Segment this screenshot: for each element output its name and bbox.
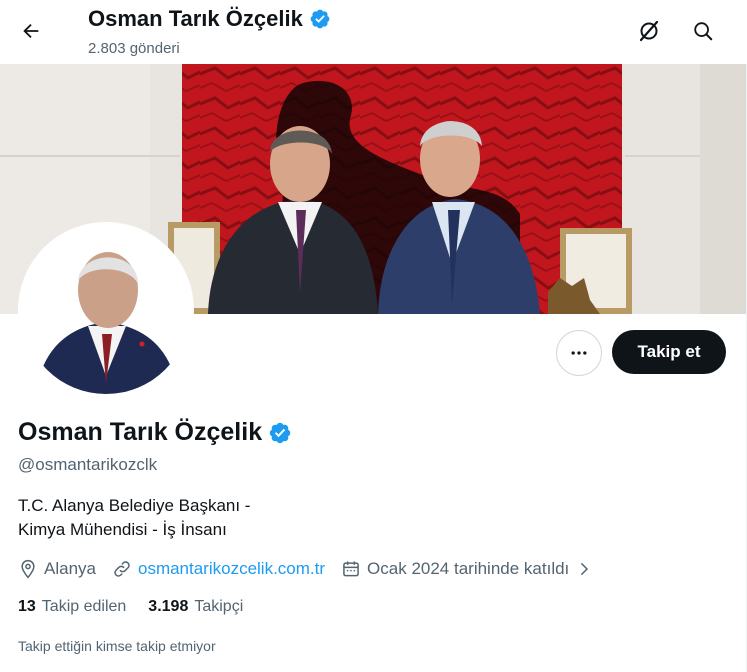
profile-name-row: Osman Tarık Özçelik (18, 418, 292, 447)
following-stat[interactable]: 13 Takip edilen (18, 598, 126, 616)
more-icon (571, 351, 587, 355)
grok-icon (639, 20, 659, 42)
verified-badge-icon (310, 9, 330, 29)
joined-item[interactable]: Ocak 2024 tarihinde katıldı (341, 559, 593, 579)
profile-bio: T.C. Alanya Belediye Başkanı - Kimya Müh… (18, 494, 250, 542)
more-options-button[interactable] (556, 330, 602, 376)
search-button[interactable] (684, 12, 722, 50)
followers-stat[interactable]: 3.198 Takipçi (148, 598, 243, 616)
header-title: Osman Tarık Özçelik (88, 6, 303, 31)
following-label: Takip edilen (41, 598, 127, 615)
chevron-right-icon (581, 563, 589, 575)
back-arrow-icon (23, 23, 39, 39)
follow-button[interactable]: Takip et (612, 330, 726, 374)
calendar-icon (343, 561, 359, 577)
following-count: 13 (18, 598, 36, 615)
bio-line: Kimya Mühendisi - İş İnsanı (18, 520, 227, 539)
verified-badge-icon[interactable] (268, 421, 292, 445)
location-text: Alanya (44, 559, 96, 578)
profile-name: Osman Tarık Özçelik (18, 418, 263, 446)
profile-stats: 13 Takip edilen 3.198 Takipçi (18, 598, 243, 616)
bio-line: T.C. Alanya Belediye Başkanı - (18, 496, 251, 515)
website-link[interactable]: osmantarikozcelik.com.tr (138, 559, 325, 579)
website-item: osmantarikozcelik.com.tr (112, 559, 325, 579)
followers-label: Takipçi (194, 598, 244, 615)
link-icon (114, 561, 130, 577)
profile-meta: Alanya osmantarikozcelik.com.tr Ocak 202… (18, 556, 609, 582)
joined-text: Ocak 2024 tarihinde katıldı (367, 559, 570, 578)
post-count: 2.803 gönderi (88, 40, 180, 57)
profile-avatar[interactable] (18, 222, 194, 398)
search-icon (694, 22, 713, 41)
avatar-photo (22, 226, 190, 394)
back-button[interactable] (12, 12, 50, 50)
grok-button[interactable] (630, 12, 668, 50)
followers-you-know-note: Takip ettiğin kimse takip etmiyor (18, 638, 216, 654)
profile-handle: @osmantarikozclk (18, 455, 158, 474)
followers-count: 3.198 (148, 598, 189, 615)
location-item: Alanya (18, 559, 96, 579)
profile-header: Osman Tarık Özçelik 2.803 gönderi (0, 0, 747, 64)
location-icon (21, 559, 35, 579)
header-title-row: Osman Tarık Özçelik (88, 6, 331, 32)
